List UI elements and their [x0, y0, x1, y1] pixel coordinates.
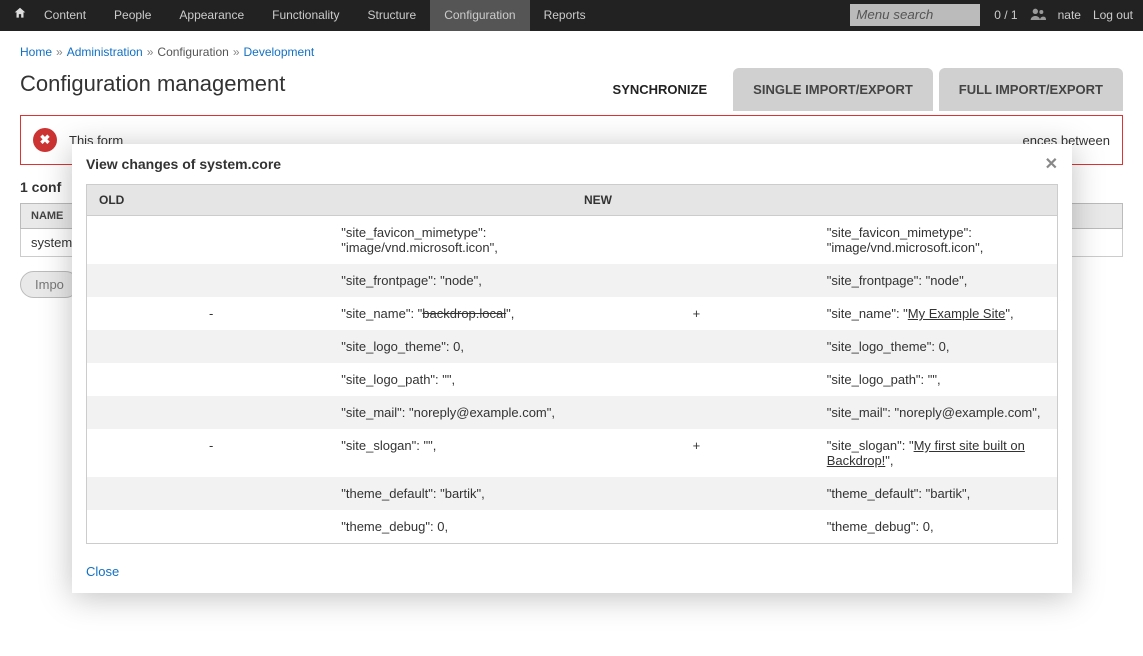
diff-sign-new: [572, 396, 815, 429]
diff-old-cell: "theme_default": "bartik",: [329, 477, 572, 510]
diff-old-cell: "site_frontpage": "node",: [329, 264, 572, 297]
diff-sign-old: [87, 363, 330, 396]
diff-new-cell: "site_favicon_mimetype": "image/vnd.micr…: [815, 216, 1058, 265]
diff-row: "site_favicon_mimetype": "image/vnd.micr…: [87, 216, 1058, 265]
diff-sign-new: [572, 477, 815, 510]
diff-sign-new: [572, 510, 815, 544]
diff-row: "theme_debug": 0, "theme_debug": 0,: [87, 510, 1058, 544]
nav-item-configuration[interactable]: Configuration: [430, 0, 529, 31]
diff-row: "theme_default": "bartik", "theme_default…: [87, 477, 1058, 510]
admin-bar: ContentPeopleAppearanceFunctionalityStru…: [0, 0, 1143, 31]
dialog-title: View changes of system.core: [86, 156, 281, 172]
user-name-link[interactable]: nate: [1058, 0, 1081, 31]
diff-new-cell: "site_frontpage": "node",: [815, 264, 1058, 297]
diff-sign-old: [87, 477, 330, 510]
diff-new-cell: "site_logo_path": "",: [815, 363, 1058, 396]
diff-new-cell: "theme_default": "bartik",: [815, 477, 1058, 510]
home-icon[interactable]: [10, 0, 30, 31]
diff-table: OLD NEW "site_favicon_mimetype": "image/…: [86, 184, 1058, 544]
diff-sign-old: [87, 264, 330, 297]
nav-item-structure[interactable]: Structure: [354, 0, 431, 31]
diff-new-cell: "site_logo_theme": 0,: [815, 330, 1058, 363]
modal-overlay: View changes of system.core ✕ OLD NEW "s…: [0, 31, 1143, 656]
search-input[interactable]: [850, 4, 980, 26]
diff-sign-new: [572, 330, 815, 363]
diff-sign-old: [87, 330, 330, 363]
diff-sign-old: [87, 396, 330, 429]
diff-new-cell: "theme_debug": 0,: [815, 510, 1058, 544]
diff-row: "site_mail": "noreply@example.com", "site…: [87, 396, 1058, 429]
diff-sign-new: +: [572, 429, 815, 477]
diff-sign-old: [87, 216, 330, 265]
diff-new-cell: "site_slogan": "My first site built on B…: [815, 429, 1058, 477]
diff-sign-old: [87, 510, 330, 544]
diff-sign-new: +: [572, 297, 815, 330]
diff-col-new: NEW: [572, 185, 1058, 216]
close-button[interactable]: Close: [86, 564, 119, 579]
diff-sign-old: -: [87, 297, 330, 330]
diff-old-cell: "site_favicon_mimetype": "image/vnd.micr…: [329, 216, 572, 265]
diff-old-cell: "site_name": "backdrop.local",: [329, 297, 572, 330]
diff-new-cell: "site_name": "My Example Site",: [815, 297, 1058, 330]
user-count: 0 / 1: [994, 0, 1017, 31]
diff-row: "site_frontpage": "node", "site_frontpage…: [87, 264, 1058, 297]
diff-row: -"site_name": "backdrop.local",+"site_na…: [87, 297, 1058, 330]
nav-item-content[interactable]: Content: [30, 0, 100, 31]
users-icon: [1030, 0, 1046, 31]
diff-row: -"site_slogan": "",+"site_slogan": "My f…: [87, 429, 1058, 477]
view-changes-dialog: View changes of system.core ✕ OLD NEW "s…: [72, 144, 1072, 593]
diff-old-cell: "site_logo_path": "",: [329, 363, 572, 396]
diff-sign-new: [572, 216, 815, 265]
close-icon[interactable]: ✕: [1045, 154, 1058, 174]
nav-item-reports[interactable]: Reports: [530, 0, 600, 31]
diff-sign-old: -: [87, 429, 330, 477]
diff-sign-new: [572, 264, 815, 297]
diff-old-cell: "site_slogan": "",: [329, 429, 572, 477]
nav-item-functionality[interactable]: Functionality: [258, 0, 353, 31]
primary-nav: ContentPeopleAppearanceFunctionalityStru…: [30, 0, 600, 31]
diff-row: "site_logo_path": "", "site_logo_path": "…: [87, 363, 1058, 396]
logout-link[interactable]: Log out: [1093, 0, 1133, 31]
diff-sign-new: [572, 363, 815, 396]
nav-item-appearance[interactable]: Appearance: [165, 0, 258, 31]
menu-search: [850, 0, 980, 31]
diff-row: "site_logo_theme": 0, "site_logo_theme": …: [87, 330, 1058, 363]
diff-col-old: OLD: [87, 185, 573, 216]
nav-item-people[interactable]: People: [100, 0, 165, 31]
diff-old-cell: "site_logo_theme": 0,: [329, 330, 572, 363]
diff-old-cell: "theme_debug": 0,: [329, 510, 572, 544]
diff-new-cell: "site_mail": "noreply@example.com",: [815, 396, 1058, 429]
diff-old-cell: "site_mail": "noreply@example.com",: [329, 396, 572, 429]
